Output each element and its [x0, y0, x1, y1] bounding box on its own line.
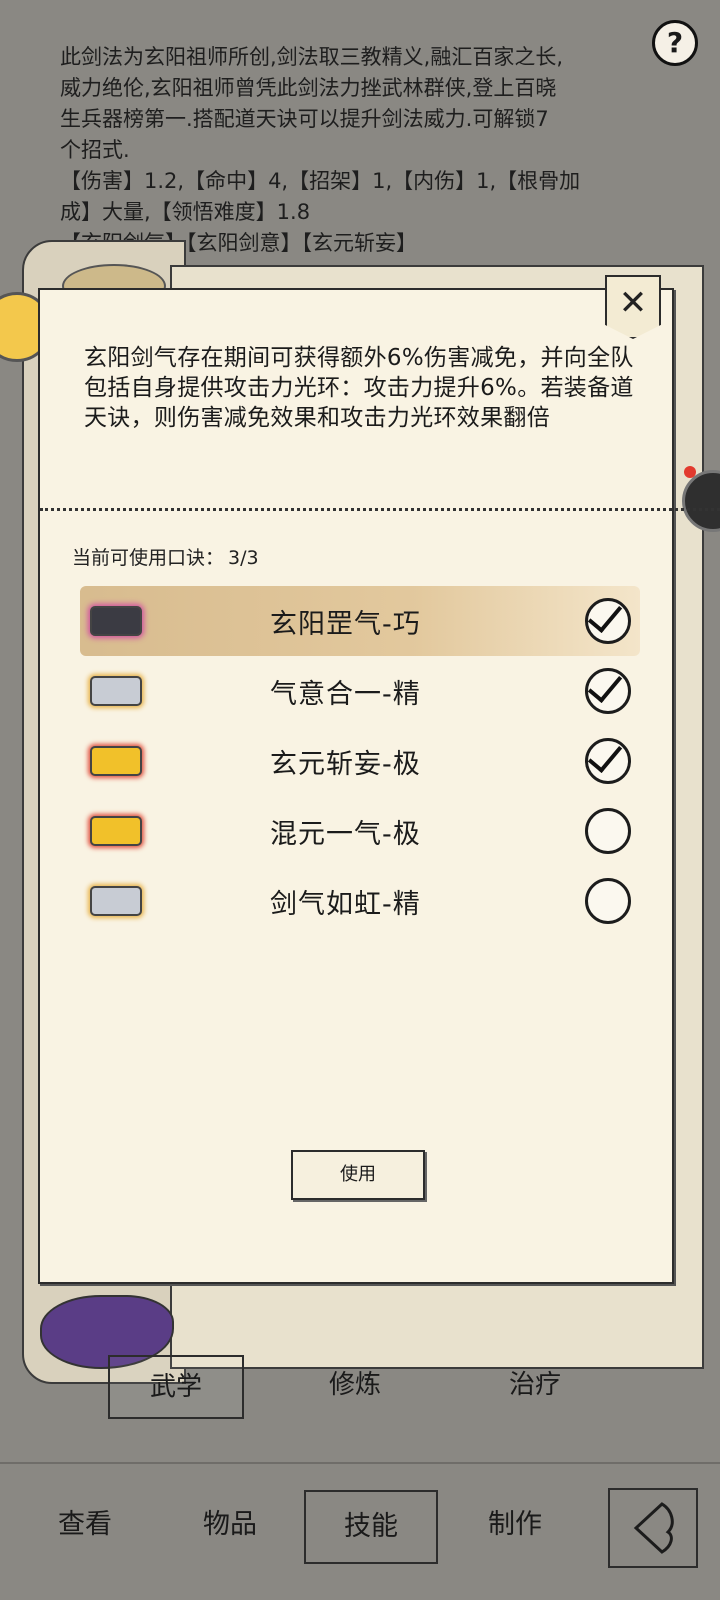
dotted-divider — [40, 508, 720, 511]
notification-dot — [684, 466, 696, 478]
background-line: 威力绝伦,玄阳祖师曾凭此剑法力挫武林群侠,登上百晓 — [60, 76, 557, 100]
checkbox-checked-icon[interactable] — [585, 598, 631, 644]
nav-skills[interactable]: 技能 — [304, 1490, 438, 1564]
formula-name: 玄阳罡气-巧 — [270, 608, 421, 640]
back-arrow-icon — [633, 1502, 674, 1554]
background-line: 【伤害】1.2,【命中】4,【招架】1,【内伤】1,【根骨加 — [60, 169, 581, 193]
skill-background-description: 此剑法为玄阳祖师所创,剑法取三教精义,融汇百家之长, 威力绝伦,玄阳祖师曾凭此剑… — [60, 42, 660, 259]
formula-token-icon — [90, 746, 142, 776]
formula-token-icon — [90, 606, 142, 636]
nav-items[interactable]: 物品 — [185, 1490, 275, 1560]
tab-cultivate[interactable]: 修炼 — [300, 1355, 410, 1415]
checkbox-checked-icon[interactable] — [585, 668, 631, 714]
formula-item[interactable]: 气意合一-精 — [80, 656, 640, 726]
nav-divider — [0, 1462, 720, 1464]
nav-view[interactable]: 查看 — [40, 1490, 130, 1560]
checkbox-checked-icon[interactable] — [585, 738, 631, 784]
help-icon[interactable]: ? — [652, 20, 698, 66]
formula-item[interactable]: 剑气如虹-精 — [80, 866, 640, 936]
tab-martial-arts[interactable]: 武学 — [108, 1355, 244, 1419]
background-line: 生兵器榜第一.搭配道天诀可以提升剑法威力.可解锁7 — [60, 107, 549, 131]
tab-heal[interactable]: 治疗 — [480, 1355, 590, 1415]
formula-name: 混元一气-极 — [270, 818, 421, 850]
formula-name: 气意合一-精 — [270, 678, 421, 710]
checkbox-empty-icon[interactable] — [585, 878, 631, 924]
formula-list: 玄阳罡气-巧 气意合一-精 玄元斩妄-极 混元一气-极 剑气如虹-精 — [80, 586, 640, 936]
formula-name: 玄元斩妄-极 — [270, 748, 421, 780]
formula-token-icon — [90, 816, 142, 846]
background-line: 个招式. — [60, 138, 130, 162]
checkbox-empty-icon[interactable] — [585, 808, 631, 854]
background-line: 成】大量,【领悟难度】1.8 — [60, 200, 311, 224]
use-button[interactable]: 使用 — [291, 1150, 425, 1200]
formula-item[interactable]: 混元一气-极 — [80, 796, 640, 866]
formula-token-icon — [90, 676, 142, 706]
background-line: 此剑法为玄阳祖师所创,剑法取三教精义,融汇百家之长, — [60, 45, 564, 69]
available-formulas: 当前可使用口诀： 3/3 — [72, 543, 263, 570]
formula-token-icon — [90, 886, 142, 916]
back-button[interactable] — [608, 1488, 698, 1568]
nav-craft[interactable]: 制作 — [470, 1490, 560, 1560]
formula-item[interactable]: 玄阳罡气-巧 — [80, 586, 640, 656]
available-count: 3/3 — [228, 547, 259, 569]
sub-tabs: 武学 修炼 治疗 — [0, 1355, 720, 1419]
formula-item[interactable]: 玄元斩妄-极 — [80, 726, 640, 796]
available-label: 当前可使用口诀： — [72, 547, 225, 569]
formula-name: 剑气如虹-精 — [270, 888, 421, 920]
skill-effect-description: 玄阳剑气存在期间可获得额外6%伤害减免，并向全队包括自身提供攻击力光环：攻击力提… — [84, 345, 634, 431]
